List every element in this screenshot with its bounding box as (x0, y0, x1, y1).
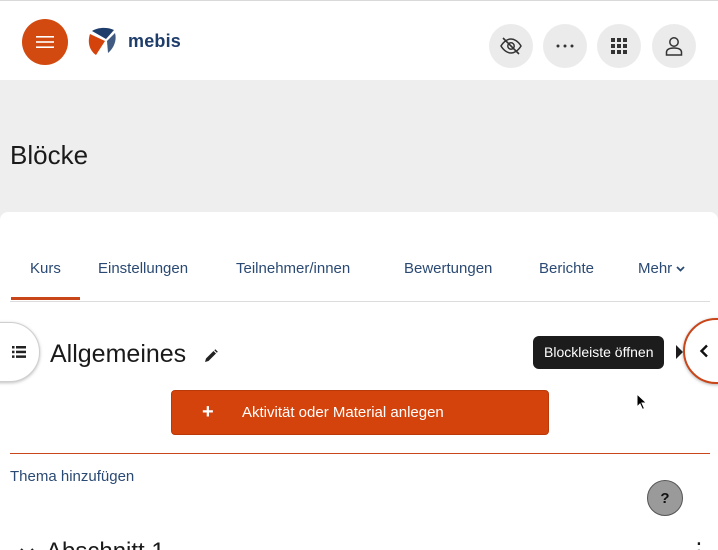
tab-einstellungen[interactable]: Einstellungen (98, 260, 188, 277)
list-icon (12, 346, 26, 358)
apps-grid-icon (611, 38, 627, 54)
help-button[interactable]: ? (647, 480, 683, 516)
block-drawer-tooltip: Blockleiste öffnen (533, 336, 665, 369)
tab-berichte[interactable]: Berichte (539, 260, 594, 277)
secondary-navigation-tabs: Kurs Einstellungen Teilnehmer/innen Bewe… (10, 246, 710, 302)
visibility-toggle-button[interactable] (489, 24, 533, 68)
tab-teilnehmer[interactable]: Teilnehmer/innen (236, 260, 350, 277)
brand-name: mebis (128, 30, 182, 51)
tooltip-arrow (676, 345, 683, 359)
mouse-cursor-icon (636, 393, 648, 411)
plus-icon: + (202, 401, 214, 423)
section-divider (10, 453, 710, 454)
pencil-icon[interactable] (204, 349, 218, 363)
add-theme-link[interactable]: Thema hinzufügen (10, 468, 134, 485)
course-index-toggle[interactable] (0, 322, 40, 382)
mebis-logo[interactable]: mebis (84, 25, 181, 57)
section-title: Allgemeines (50, 340, 187, 368)
chevron-left-icon (699, 344, 708, 358)
visibility-off-icon (500, 37, 522, 55)
course-content-card: Kurs Einstellungen Teilnehmer/innen Bewe… (0, 212, 718, 550)
page-title: Blöcke (10, 140, 89, 170)
top-navbar: mebis (0, 0, 718, 80)
next-section-header[interactable]: Abschnitt 1 (20, 538, 165, 550)
menu-icon (36, 36, 54, 48)
tab-kurs[interactable]: Kurs (30, 260, 61, 277)
more-dots-icon (556, 44, 574, 48)
main-menu-button[interactable] (22, 19, 68, 65)
apps-button[interactable] (597, 24, 641, 68)
page: mebis Blöcke Kurs Einstellungen Teilnehm… (0, 0, 718, 550)
more-options-button[interactable] (543, 24, 587, 68)
tab-mehr-label: Mehr (638, 260, 673, 277)
user-icon (665, 37, 683, 56)
add-activity-label: Aktivität oder Material anlegen (242, 404, 444, 421)
active-tab-indicator (11, 297, 80, 300)
next-section-title: Abschnitt 1 (46, 538, 165, 550)
open-block-drawer-button[interactable] (683, 318, 718, 384)
mebis-logo-icon (88, 27, 116, 55)
tab-mehr[interactable]: Mehr (638, 260, 685, 277)
add-activity-button[interactable]: + Aktivität oder Material anlegen (171, 390, 549, 435)
chevron-down-icon (676, 266, 685, 272)
tab-bewertungen[interactable]: Bewertungen (404, 260, 492, 277)
user-menu-button[interactable] (652, 24, 696, 68)
section-menu-icon[interactable]: ⋮ (688, 538, 710, 550)
